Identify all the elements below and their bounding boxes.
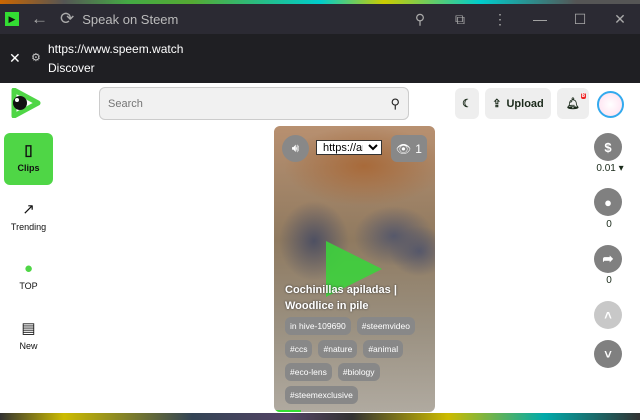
chevron-up-icon: ˄ xyxy=(604,307,612,323)
maximize-button[interactable]: ☐ xyxy=(560,11,600,28)
search-input[interactable] xyxy=(108,97,391,110)
notifications-button[interactable]: 🔔︎ 8 xyxy=(557,88,589,119)
title-bar: ▶ ← ⟳ Speak on Steem ⚲ ⧉ ⋮ — ☐ ✕ xyxy=(0,4,640,34)
reload-icon[interactable]: ⟳ xyxy=(60,9,74,29)
site-settings-icon[interactable]: ⚙ xyxy=(31,51,41,64)
comment-button[interactable]: ● xyxy=(594,188,622,216)
search-icon[interactable]: ⚲ xyxy=(390,96,400,112)
notification-badge: 8 xyxy=(580,93,586,99)
sidebar-item-label: Clips xyxy=(17,163,40,173)
close-icon[interactable]: ✕ xyxy=(9,50,21,67)
upload-label: Upload xyxy=(506,97,544,110)
trending-icon: ↗ xyxy=(22,201,35,218)
window-title: Speak on Steem xyxy=(82,11,179,27)
page-title: Discover xyxy=(48,61,95,75)
previous-button[interactable]: ˄ xyxy=(594,301,622,329)
clips-icon: ▯ xyxy=(24,142,33,159)
moon-icon: ☾ xyxy=(462,98,472,110)
payout-value[interactable]: 0.01 ▾ xyxy=(590,163,630,174)
sidebar-item-new[interactable]: ▤ New xyxy=(4,319,53,351)
comment-count: 0 xyxy=(606,219,612,230)
video-title[interactable]: Cochinillas apiladas | Woodlice in pile xyxy=(285,282,425,314)
url-text[interactable]: https://www.speem.watch xyxy=(48,42,183,56)
next-button[interactable]: ˅ xyxy=(594,340,622,368)
tag[interactable]: #steemexclusive xyxy=(285,386,358,404)
vote-button[interactable]: $ xyxy=(594,133,622,161)
sidebar-item-trending[interactable]: ↗ Trending xyxy=(4,200,53,232)
views-count: 1 xyxy=(415,141,422,156)
close-button[interactable]: ✕ xyxy=(600,11,640,28)
video-progress-bar[interactable] xyxy=(274,410,302,412)
tag[interactable]: in hive-109690 xyxy=(285,317,351,335)
tag[interactable]: #eco-lens xyxy=(285,363,332,381)
theme-toggle-button[interactable]: ☾ xyxy=(455,88,479,119)
bell-icon: 🔔︎ xyxy=(566,98,580,110)
app-icon: ▶ xyxy=(5,12,19,26)
zoom-icon[interactable]: ⚲ xyxy=(400,11,440,28)
source-select[interactable]: https://am xyxy=(316,140,382,155)
extensions-icon[interactable]: ⧉ xyxy=(440,11,480,28)
logo[interactable] xyxy=(10,88,42,118)
dollar-icon: $ xyxy=(604,139,612,155)
eye-icon: 👁︎ xyxy=(396,141,412,156)
back-icon[interactable]: ← xyxy=(31,9,48,29)
newspaper-icon: ▤ xyxy=(21,320,36,337)
tag[interactable]: #nature xyxy=(318,340,358,358)
caret-down-icon: ▾ xyxy=(618,163,624,174)
sidebar-item-label: TOP xyxy=(19,281,38,291)
sidebar-item-clips[interactable]: ▯ Clips xyxy=(4,133,53,185)
speaker-icon[interactable]: 🔊︎ xyxy=(282,135,309,162)
taskbar-strip xyxy=(0,413,640,420)
tag[interactable]: #steemvideo xyxy=(356,317,415,335)
search-box[interactable]: ⚲ xyxy=(99,87,409,120)
share-icon: ➦ xyxy=(602,251,614,266)
avatar[interactable] xyxy=(597,91,624,118)
upload-icon: ⇪ xyxy=(492,98,502,110)
share-count: 0 xyxy=(606,275,612,286)
video-card[interactable]: 🔊︎ https://am 👁︎ 1 Cochinillas apiladas |… xyxy=(274,126,435,412)
upload-button[interactable]: ⇪ Upload xyxy=(485,88,551,119)
views-badge: 👁︎ 1 xyxy=(391,135,427,162)
tag[interactable]: #biology xyxy=(337,363,380,381)
tag[interactable]: #ccs xyxy=(285,340,313,358)
share-button[interactable]: ➦ xyxy=(594,245,622,273)
tag[interactable]: #animal xyxy=(363,340,404,358)
menu-icon[interactable]: ⋮ xyxy=(480,11,520,28)
payout-amount: 0.01 xyxy=(596,163,616,174)
sidebar-item-top[interactable]: ● TOP xyxy=(4,260,53,291)
fire-icon: ● xyxy=(23,260,34,277)
tag-list: in hive-109690 #steemvideo #ccs #nature … xyxy=(285,317,433,404)
comment-icon: ● xyxy=(604,194,612,210)
address-bar: ✕ ⚙ https://www.speem.watch Discover xyxy=(0,34,640,83)
sidebar-item-label: New xyxy=(19,341,38,351)
minimize-button[interactable]: — xyxy=(520,11,560,27)
chevron-down-icon: ˅ xyxy=(604,346,612,362)
sidebar-item-label: Trending xyxy=(10,222,47,232)
